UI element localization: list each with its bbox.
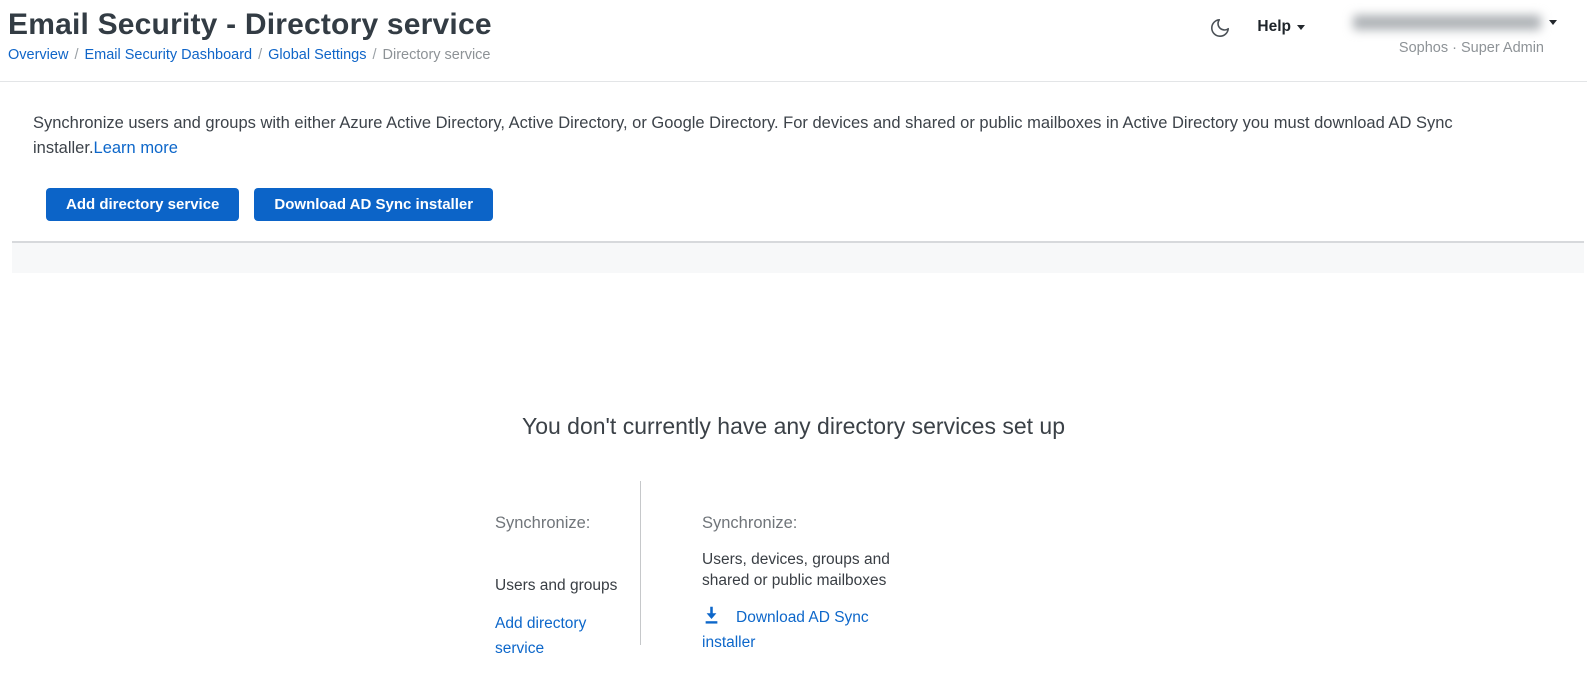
header-right: Help Sophos · Super Admin [1209, 15, 1557, 56]
page-header: Email Security - Directory service Overv… [0, 0, 1587, 82]
sync-description: Users and groups [495, 575, 640, 596]
breadcrumb-separator: / [68, 47, 84, 63]
add-directory-service-button[interactable]: Add directory service [46, 188, 239, 221]
user-name-redacted [1353, 15, 1541, 30]
sync-column-directory: Synchronize: Users and groups Add direct… [495, 481, 640, 645]
download-icon [702, 605, 721, 626]
download-ad-sync-installer-link[interactable]: Download AD Sync installer [702, 605, 902, 655]
breadcrumb-overview[interactable]: Overview [8, 47, 68, 63]
download-link-label: Download AD Sync installer [702, 609, 869, 651]
download-ad-sync-installer-button[interactable]: Download AD Sync installer [254, 188, 493, 221]
help-menu[interactable]: Help [1257, 18, 1305, 36]
chevron-down-icon [1297, 25, 1305, 30]
learn-more-link[interactable]: Learn more [94, 139, 178, 157]
sync-heading: Synchronize: [495, 514, 640, 533]
page-title: Email Security - Directory service [8, 6, 492, 43]
breadcrumb-separator: / [366, 47, 382, 63]
header-left: Email Security - Directory service Overv… [8, 6, 492, 64]
empty-state-title: You don't currently have any directory s… [0, 413, 1587, 440]
sync-description: Users, devices, groups and shared or pub… [702, 549, 902, 591]
breadcrumb-current: Directory service [383, 47, 491, 63]
action-buttons: Add directory service Download AD Sync i… [46, 188, 1587, 221]
breadcrumb: Overview/Email Security Dashboard/Global… [8, 46, 492, 64]
account-block: Sophos · Super Admin [1353, 15, 1557, 56]
intro-section: Synchronize users and groups with either… [0, 82, 1587, 161]
directory-service-page: Email Security - Directory service Overv… [0, 0, 1587, 673]
sync-heading: Synchronize: [702, 514, 906, 533]
breadcrumb-email-security-dashboard[interactable]: Email Security Dashboard [84, 47, 252, 63]
account-subtitle: Sophos · Super Admin [1399, 40, 1544, 56]
intro-text: Synchronize users and groups with either… [33, 114, 1453, 157]
user-menu[interactable] [1353, 15, 1557, 30]
breadcrumb-separator: / [252, 47, 268, 63]
empty-table-header-bar [12, 241, 1584, 273]
sync-column-ad-sync: Synchronize: Users, devices, groups and … [641, 481, 906, 645]
chevron-down-icon [1549, 20, 1557, 25]
intro-paragraph: Synchronize users and groups with either… [33, 111, 1471, 161]
sync-columns: Synchronize: Users and groups Add direct… [495, 481, 1587, 645]
help-label: Help [1257, 18, 1291, 36]
breadcrumb-global-settings[interactable]: Global Settings [268, 47, 366, 63]
add-directory-service-link[interactable]: Add directory service [495, 611, 615, 661]
dark-mode-moon-icon[interactable] [1209, 17, 1231, 39]
